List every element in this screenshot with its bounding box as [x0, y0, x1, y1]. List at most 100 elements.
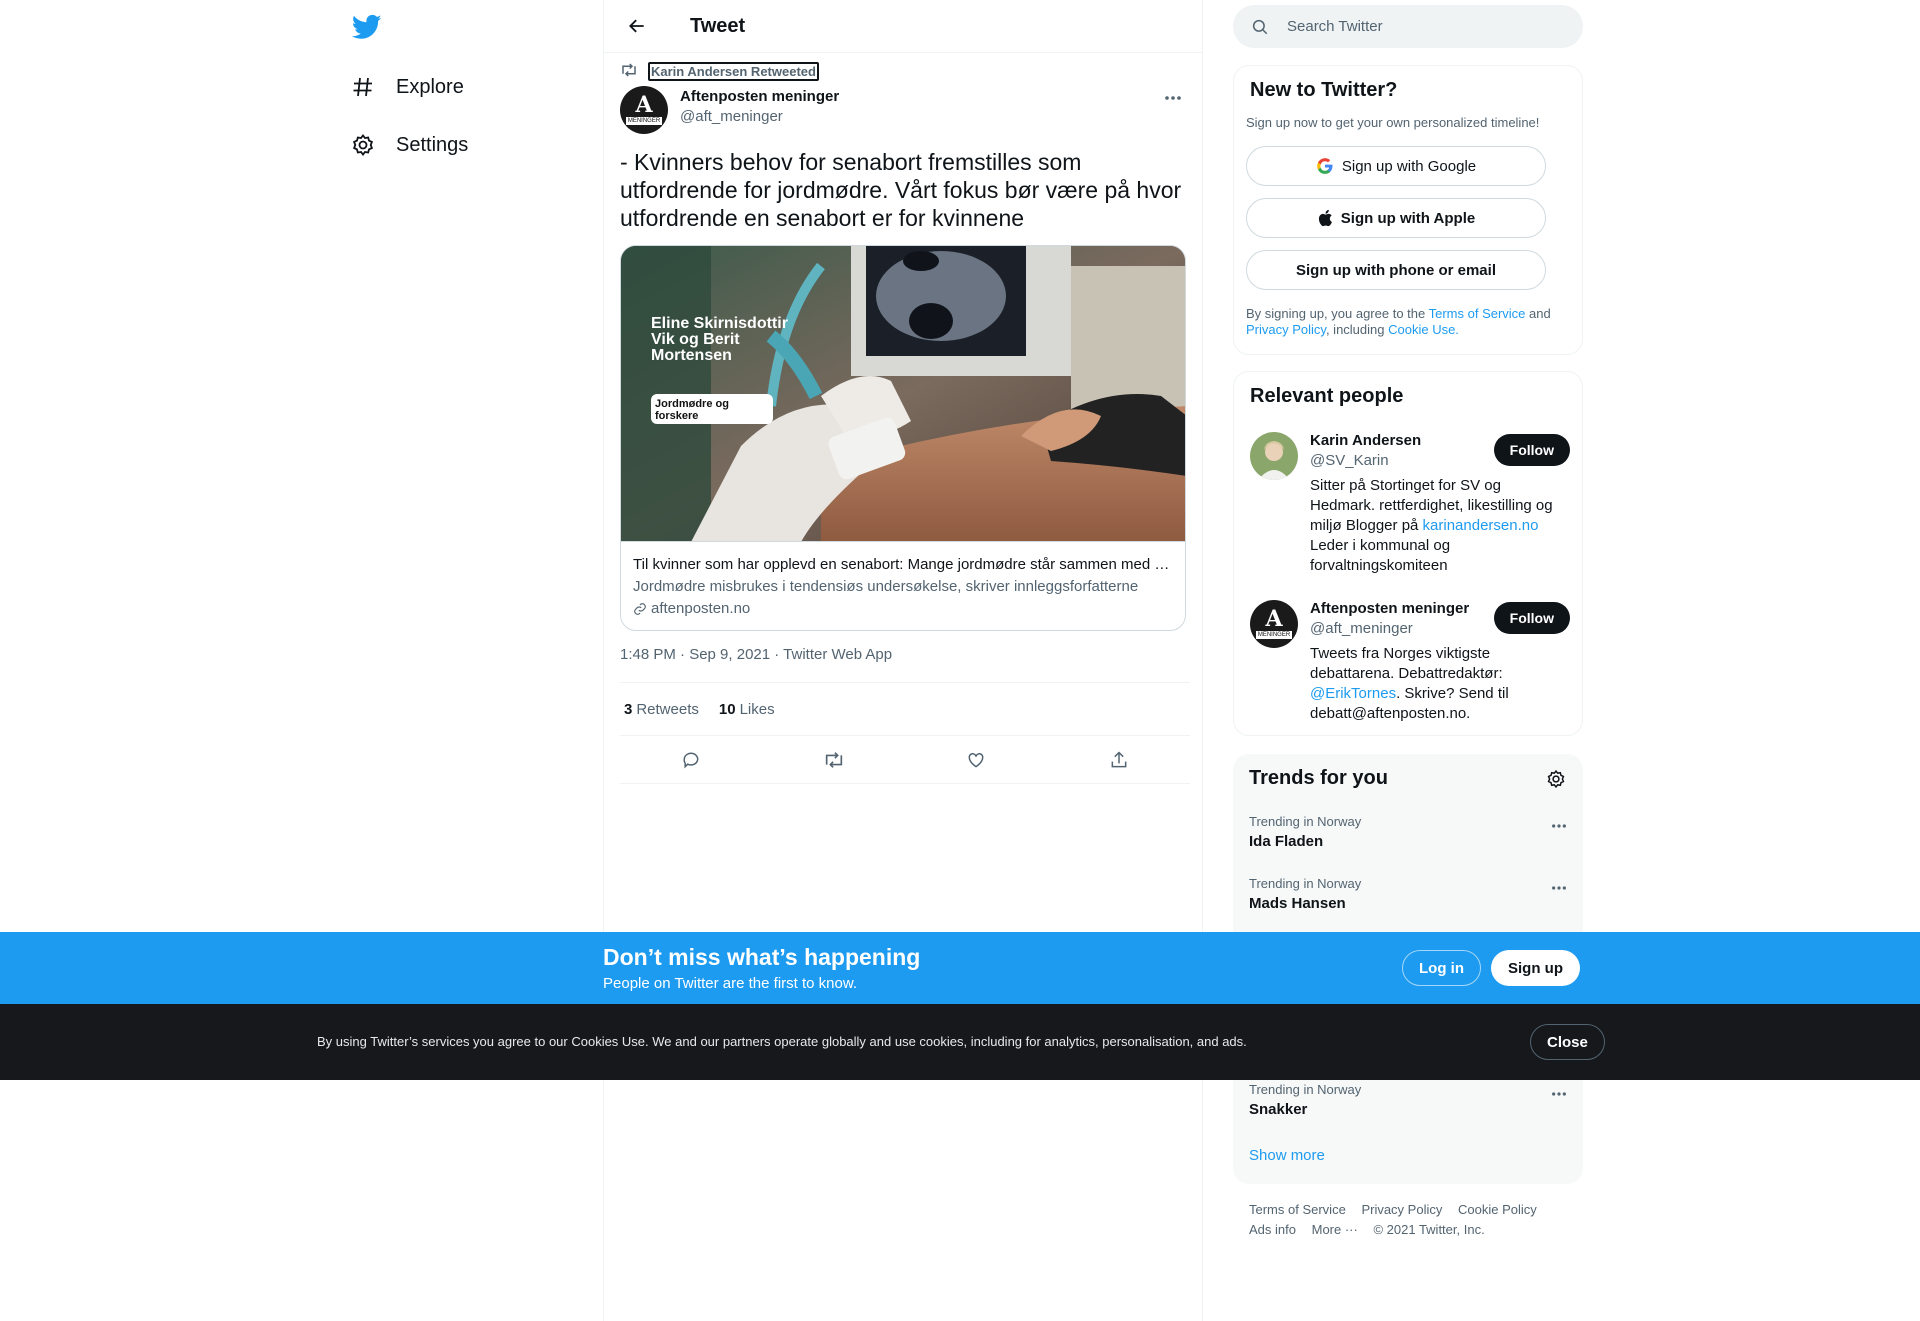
footer-link[interactable]: Terms of Service	[1249, 1200, 1346, 1220]
person-name[interactable]: Aftenposten meninger	[1310, 600, 1469, 617]
trend-context: Trending in Norway	[1249, 814, 1362, 829]
nav-settings[interactable]: Settings	[350, 123, 468, 167]
main-column: Tweet Karin Andersen Retweeted A MENINGE…	[603, 0, 1203, 1321]
trend-item[interactable]: Trending in Norway Ida Fladen	[1249, 814, 1569, 850]
like-heart-icon[interactable]	[958, 742, 994, 778]
author-name[interactable]: Aftenposten meninger	[680, 88, 839, 105]
relevant-people-title: Relevant people	[1250, 385, 1404, 407]
retweets-stat[interactable]: 3 Retweets	[624, 701, 699, 718]
page-title: Tweet	[690, 14, 746, 37]
trend-more-icon[interactable]	[1551, 816, 1567, 834]
person-bio-text-after: Leder i kommunal og forvaltningskomiteen	[1310, 537, 1451, 574]
trend-context: Trending in Norway	[1249, 876, 1362, 891]
card-title: Til kvinner som har opplevd en senabort:…	[633, 556, 1173, 573]
close-button[interactable]: Close	[1530, 1024, 1605, 1060]
signup-button[interactable]: Sign up	[1491, 950, 1580, 986]
retweeted-by-link[interactable]: Karin Andersen Retweeted	[648, 62, 819, 81]
avatar[interactable]: A MENINGER	[620, 86, 668, 134]
trend-item[interactable]: Trending in Norway Mads Hansen	[1249, 876, 1569, 912]
nav-settings-label: Settings	[396, 133, 469, 156]
trends-settings-gear-icon[interactable]	[1543, 766, 1569, 792]
person-bio-link[interactable]: @ErikTornes	[1310, 685, 1396, 702]
nav-explore-label: Explore	[396, 75, 464, 98]
cookie-text: By using Twitter’s services you agree to…	[317, 1034, 1247, 1049]
footer-link[interactable]: Ads info	[1249, 1220, 1296, 1240]
footer-link[interactable]: Privacy Policy	[1361, 1200, 1442, 1220]
new-to-twitter-title: New to Twitter?	[1250, 79, 1398, 101]
signup-google-button[interactable]: Sign up with Google	[1246, 146, 1546, 186]
footer-links: Terms of Service Privacy Policy Cookie P…	[1249, 1200, 1569, 1240]
aftenposten-logo-icon: A	[1265, 606, 1283, 632]
signup-apple-label: Sign up with Apple	[1340, 209, 1476, 227]
google-icon	[1316, 157, 1334, 175]
nav-explore[interactable]: Explore	[350, 65, 464, 109]
trend-context: Trending in Norway	[1249, 1082, 1362, 1097]
avatar-label: MENINGER	[1255, 631, 1293, 639]
retweet-action-icon[interactable]	[816, 742, 852, 778]
person-bio: Tweets fra Norges viktigste debattarena.…	[1310, 644, 1568, 724]
author-handle[interactable]: @aft_meninger	[680, 108, 783, 125]
promo-subtitle: People on Twitter are the first to know.	[603, 975, 858, 992]
person-handle[interactable]: @aft_meninger	[1310, 620, 1413, 637]
card-image-title: Eline Skirnisdottir Vik og Berit Mortens…	[651, 315, 788, 364]
hashtag-icon	[350, 74, 376, 100]
trend-more-icon[interactable]	[1551, 878, 1567, 896]
avatar-label: MENINGER	[625, 117, 663, 125]
search-bar[interactable]	[1233, 5, 1583, 48]
link-icon	[633, 602, 647, 616]
follow-button[interactable]: Follow	[1493, 602, 1570, 634]
twitter-logo-icon[interactable]	[351, 12, 382, 42]
cookie-use-link[interactable]: Cookie Use.	[1388, 322, 1459, 337]
signup-promo-bar: Don’t miss what’s happening People on Tw…	[0, 932, 1920, 1004]
signup-phone-label: Sign up with phone or email	[1295, 261, 1496, 279]
share-icon[interactable]	[1101, 742, 1137, 778]
tweet-header: Tweet	[604, 0, 1202, 53]
gear-icon	[350, 132, 376, 158]
card-meta: Til kvinner som har opplevd en senabort:…	[621, 542, 1185, 630]
likes-label: Likes	[739, 700, 775, 718]
more-options-icon[interactable]	[1158, 86, 1188, 110]
show-more-link[interactable]: Show more	[1249, 1147, 1325, 1164]
avatar[interactable]: A MENINGER	[1250, 600, 1298, 648]
search-input[interactable]	[1287, 18, 1537, 35]
signup-phone-button[interactable]: Sign up with phone or email	[1246, 250, 1546, 290]
trend-more-icon[interactable]	[1551, 1084, 1567, 1102]
link-card[interactable]: Eline Skirnisdottir Vik og Berit Mortens…	[620, 245, 1186, 631]
cookie-banner: By using Twitter’s services you agree to…	[0, 1004, 1920, 1080]
apple-icon	[1317, 209, 1333, 227]
person-bio-link[interactable]: karinandersen.no	[1423, 517, 1539, 534]
trend-item[interactable]: Trending in Norway Snakker	[1249, 1082, 1569, 1118]
person-bio-text: Tweets fra Norges viktigste debattarena.…	[1310, 645, 1503, 682]
privacy-link[interactable]: Privacy Policy	[1246, 322, 1326, 337]
tweet-actions	[620, 736, 1190, 784]
back-arrow-icon[interactable]	[620, 9, 654, 43]
terms-link[interactable]: Terms of Service	[1429, 306, 1526, 321]
person-name[interactable]: Karin Andersen	[1310, 432, 1421, 449]
follow-button[interactable]: Follow	[1493, 434, 1570, 466]
footer-link[interactable]: Cookie Policy	[1458, 1200, 1537, 1220]
card-image: Eline Skirnisdottir Vik og Berit Mortens…	[621, 246, 1185, 542]
retweet-icon	[620, 62, 638, 81]
tweet-timestamp[interactable]: 1:48 PM · Sep 9, 2021 · Twitter Web App	[620, 646, 892, 663]
person-card[interactable]: Karin Andersen @SV_Karin Follow Sitter p…	[1250, 432, 1570, 582]
person-bio: Sitter på Stortinget for SV og Hedmark. …	[1310, 476, 1568, 576]
new-to-twitter-subtitle: Sign up now to get your own personalized…	[1246, 115, 1540, 130]
signup-google-label: Sign up with Google	[1341, 157, 1477, 175]
reply-icon[interactable]	[673, 742, 709, 778]
copyright: © 2021 Twitter, Inc.	[1373, 1222, 1485, 1237]
tweet-text: - Kvinners behov for senabort fremstille…	[620, 149, 1182, 231]
login-button[interactable]: Log in	[1402, 950, 1481, 986]
avatar[interactable]	[1250, 432, 1298, 480]
card-image-tag: Jordmødre og forskere	[655, 398, 729, 422]
person-card[interactable]: A MENINGER Aftenposten meninger @aft_men…	[1250, 600, 1570, 730]
signup-apple-button[interactable]: Sign up with Apple	[1246, 198, 1546, 238]
new-to-twitter-panel: New to Twitter? Sign up now to get your …	[1233, 65, 1583, 355]
likes-count: 10	[718, 700, 736, 718]
trend-name: Mads Hansen	[1249, 895, 1346, 912]
person-handle[interactable]: @SV_Karin	[1310, 452, 1389, 469]
search-icon	[1251, 18, 1269, 36]
likes-stat[interactable]: 10 Likes	[719, 701, 775, 718]
trend-name: Ida Fladen	[1249, 833, 1324, 850]
legal-including: , including	[1325, 322, 1389, 337]
footer-more-link[interactable]: More ···	[1312, 1220, 1358, 1240]
